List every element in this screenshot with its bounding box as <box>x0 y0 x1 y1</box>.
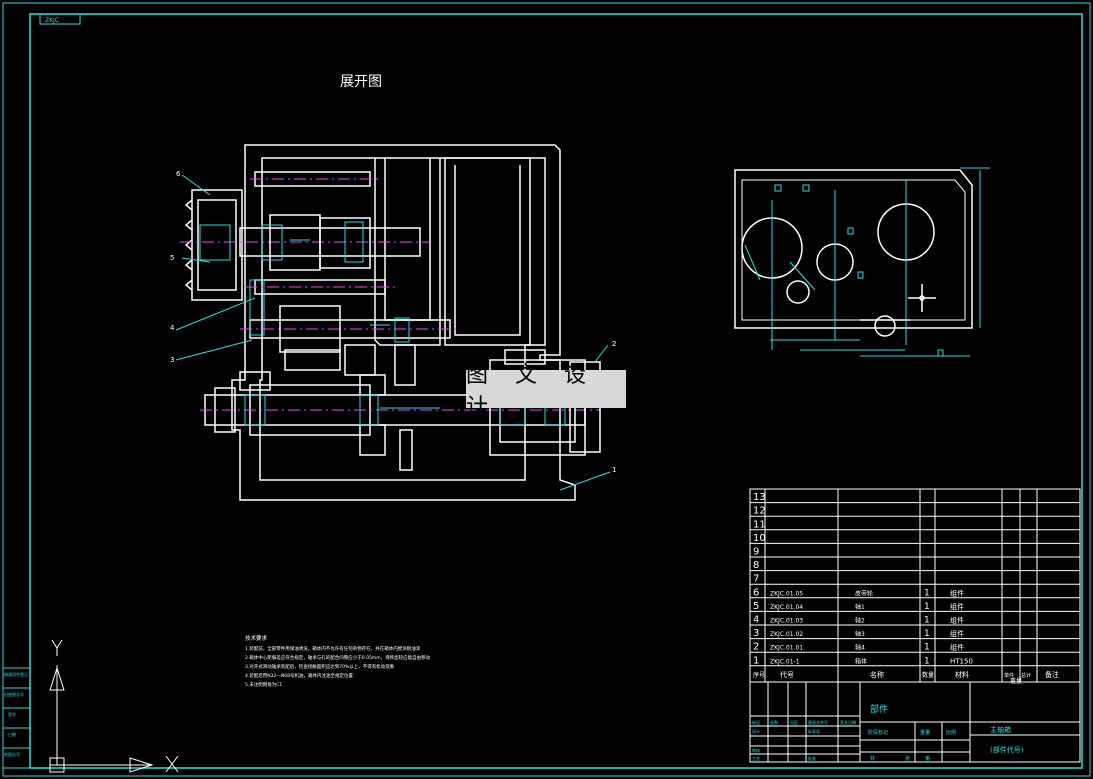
callout-6: 6 <box>176 170 181 178</box>
tb-stage-label: 阶段标记 <box>868 729 888 736</box>
table-cell-code: ZKJC.01.02 <box>770 631 803 638</box>
table-cell-qty: 1 <box>924 588 930 598</box>
watermark-text: 图 文 设 计 <box>466 363 596 420</box>
tb-page-label: 张 <box>905 755 910 762</box>
left-strip: 借通用件登记 旧底图总号 签字 日期 底图总号 <box>2 667 31 769</box>
tech-req-line-1: 1.装配前，全部零件用煤油清洗，箱体内不允许有任何杂物存在，并在箱体内壁涂耐油漆 <box>245 645 421 652</box>
tb-zone-label: 分区 <box>790 719 798 725</box>
table-cell-material: 组件 <box>950 616 964 625</box>
table-cell-code: ZKJC.01.05 <box>770 590 803 597</box>
gearbox-section-view <box>180 144 601 501</box>
tb-change-doc-label: 更改文件号 <box>808 719 828 725</box>
tb-scale-label: 比例 <box>946 729 956 736</box>
table-cell-name: 轴1 <box>855 603 865 611</box>
tb-sign-label: 签名 <box>840 719 848 725</box>
table-header-qty: 数量 <box>922 671 934 679</box>
table-cell-name: 箱体 <box>855 657 867 665</box>
callout-1: 1 <box>612 466 616 474</box>
tb-sheet-label: 共 <box>870 755 875 762</box>
tb-process-label: 工艺 <box>752 756 760 761</box>
table-cell-qty: 1 <box>924 656 930 666</box>
table-cell-name: 轴3 <box>855 630 865 638</box>
table-row-no: 9 <box>753 547 759 558</box>
table-row-no: 4 <box>753 615 759 626</box>
table-row-no: 8 <box>753 560 759 571</box>
side-view <box>734 169 973 337</box>
table-row-no: 6 <box>753 587 759 598</box>
table-cell-material: HT150 <box>950 657 973 665</box>
table-cell-qty: 1 <box>924 616 930 626</box>
table-row-no: 13 <box>753 492 766 503</box>
table-header-name: 名称 <box>870 670 884 679</box>
table-cell-qty: 1 <box>924 643 930 653</box>
left-strip-3: 日期 <box>8 731 16 737</box>
tech-req-line-5: 5.未注明倒角为C1 <box>245 681 282 688</box>
table-cell-material: 组件 <box>950 629 964 638</box>
table-cell-material: 组件 <box>950 588 964 597</box>
drawing-title: 展开图 <box>340 74 382 90</box>
table-row-no: 7 <box>753 574 759 585</box>
table-cell-code: ZKJC.01-1 <box>770 658 800 665</box>
parts-table-rows: 131211109876 ZKJC.01.05 皮带轮 1 组件5 ZKJC.01.04 轴… <box>750 492 1080 685</box>
table-cell-material: 组件 <box>950 602 964 611</box>
table-row-no: 5 <box>753 601 759 612</box>
left-strip-0: 借通用件登记 <box>4 671 28 677</box>
table-row-no: 11 <box>753 519 766 530</box>
left-strip-1: 旧底图总号 <box>4 691 24 697</box>
watermark-box: 图 文 设 计 <box>466 363 626 420</box>
tb-review-label: 审核 <box>752 747 760 753</box>
table-cell-code: ZKJC.01.04 <box>770 604 803 611</box>
callout-2: 2 <box>612 340 616 348</box>
table-row-no: 3 <box>753 628 759 639</box>
top-tab-text: ZKJC <box>45 17 59 24</box>
tb-weight-label: 重量 <box>920 729 930 736</box>
tb-designer-label: 设计 <box>752 728 760 734</box>
parts-table <box>749 488 1081 683</box>
technical-requirements: 技术要求 1.装配前，全部零件用煤油清洗，箱体内不允许有任何杂物存在，并在箱体内… <box>245 634 431 688</box>
table-cell-name: 轴2 <box>855 617 865 625</box>
table-header-total: 总计 <box>1021 672 1031 679</box>
tb-drawing-code: (部件代号) <box>990 745 1024 754</box>
table-row-no: 2 <box>753 642 759 653</box>
left-strip-2: 签字 <box>8 711 16 717</box>
tb-part-label: 部件 <box>870 703 888 715</box>
callout-4: 4 <box>170 324 175 332</box>
table-cell-name: 皮带轮 <box>855 589 873 597</box>
table-row-no: 1 <box>753 655 759 666</box>
callout-3: 3 <box>170 356 174 364</box>
table-header-code: 代号 <box>780 670 794 679</box>
tech-req-title: 技术要求 <box>245 634 268 642</box>
table-cell-material: 组件 <box>950 643 964 652</box>
tb-count-label: 处数 <box>770 719 778 725</box>
tb-mark-label: 标记 <box>752 719 760 725</box>
table-cell-qty: 1 <box>924 629 930 639</box>
table-row-no: 12 <box>753 506 766 517</box>
table-header-no: 序号 <box>753 671 765 679</box>
tb-approve-label: 批准 <box>808 755 816 761</box>
tb-assembly-name: 主轴箱 <box>990 725 1011 734</box>
table-cell-qty: 1 <box>924 602 930 612</box>
table-header-remarks: 备注 <box>1045 670 1059 679</box>
table-cell-code: ZKJC.01.01 <box>770 645 803 652</box>
table-cell-code: ZKJC.01.03 <box>770 618 803 625</box>
tech-req-line-4: 4.装配后用N32—N68号机油，箱体内注油至规定位置 <box>245 672 353 679</box>
tech-req-line-3: 3.对开式滑动轴承装配后，检查接触面积应达到70%以上，不得有松动现象 <box>245 663 395 670</box>
tb-page-of-label: 第 <box>925 755 930 762</box>
table-row-no: 10 <box>753 533 766 544</box>
ucs-axis-icon <box>49 639 179 773</box>
tb-date-label: 日期 <box>848 719 856 725</box>
left-strip-4: 底图总号 <box>4 751 20 757</box>
table-header-material: 材料 <box>955 670 969 679</box>
tech-req-line-2: 2.箱体中心距偏差应符合规定，轴承与孔的配合间隙应小于0.05mm，滑移齿轮应能… <box>245 654 431 661</box>
title-block <box>749 681 1081 763</box>
table-header-weight: 重量 <box>1010 677 1022 685</box>
table-cell-name: 轴4 <box>855 644 865 652</box>
tb-std-label: 标准化 <box>808 728 820 734</box>
title-block-text: 部件 主轴箱 (部件代号) 阶段标记 重量 比例 标记 处数 分区 更改文件号 … <box>752 703 1024 762</box>
callout-5: 5 <box>170 254 174 262</box>
